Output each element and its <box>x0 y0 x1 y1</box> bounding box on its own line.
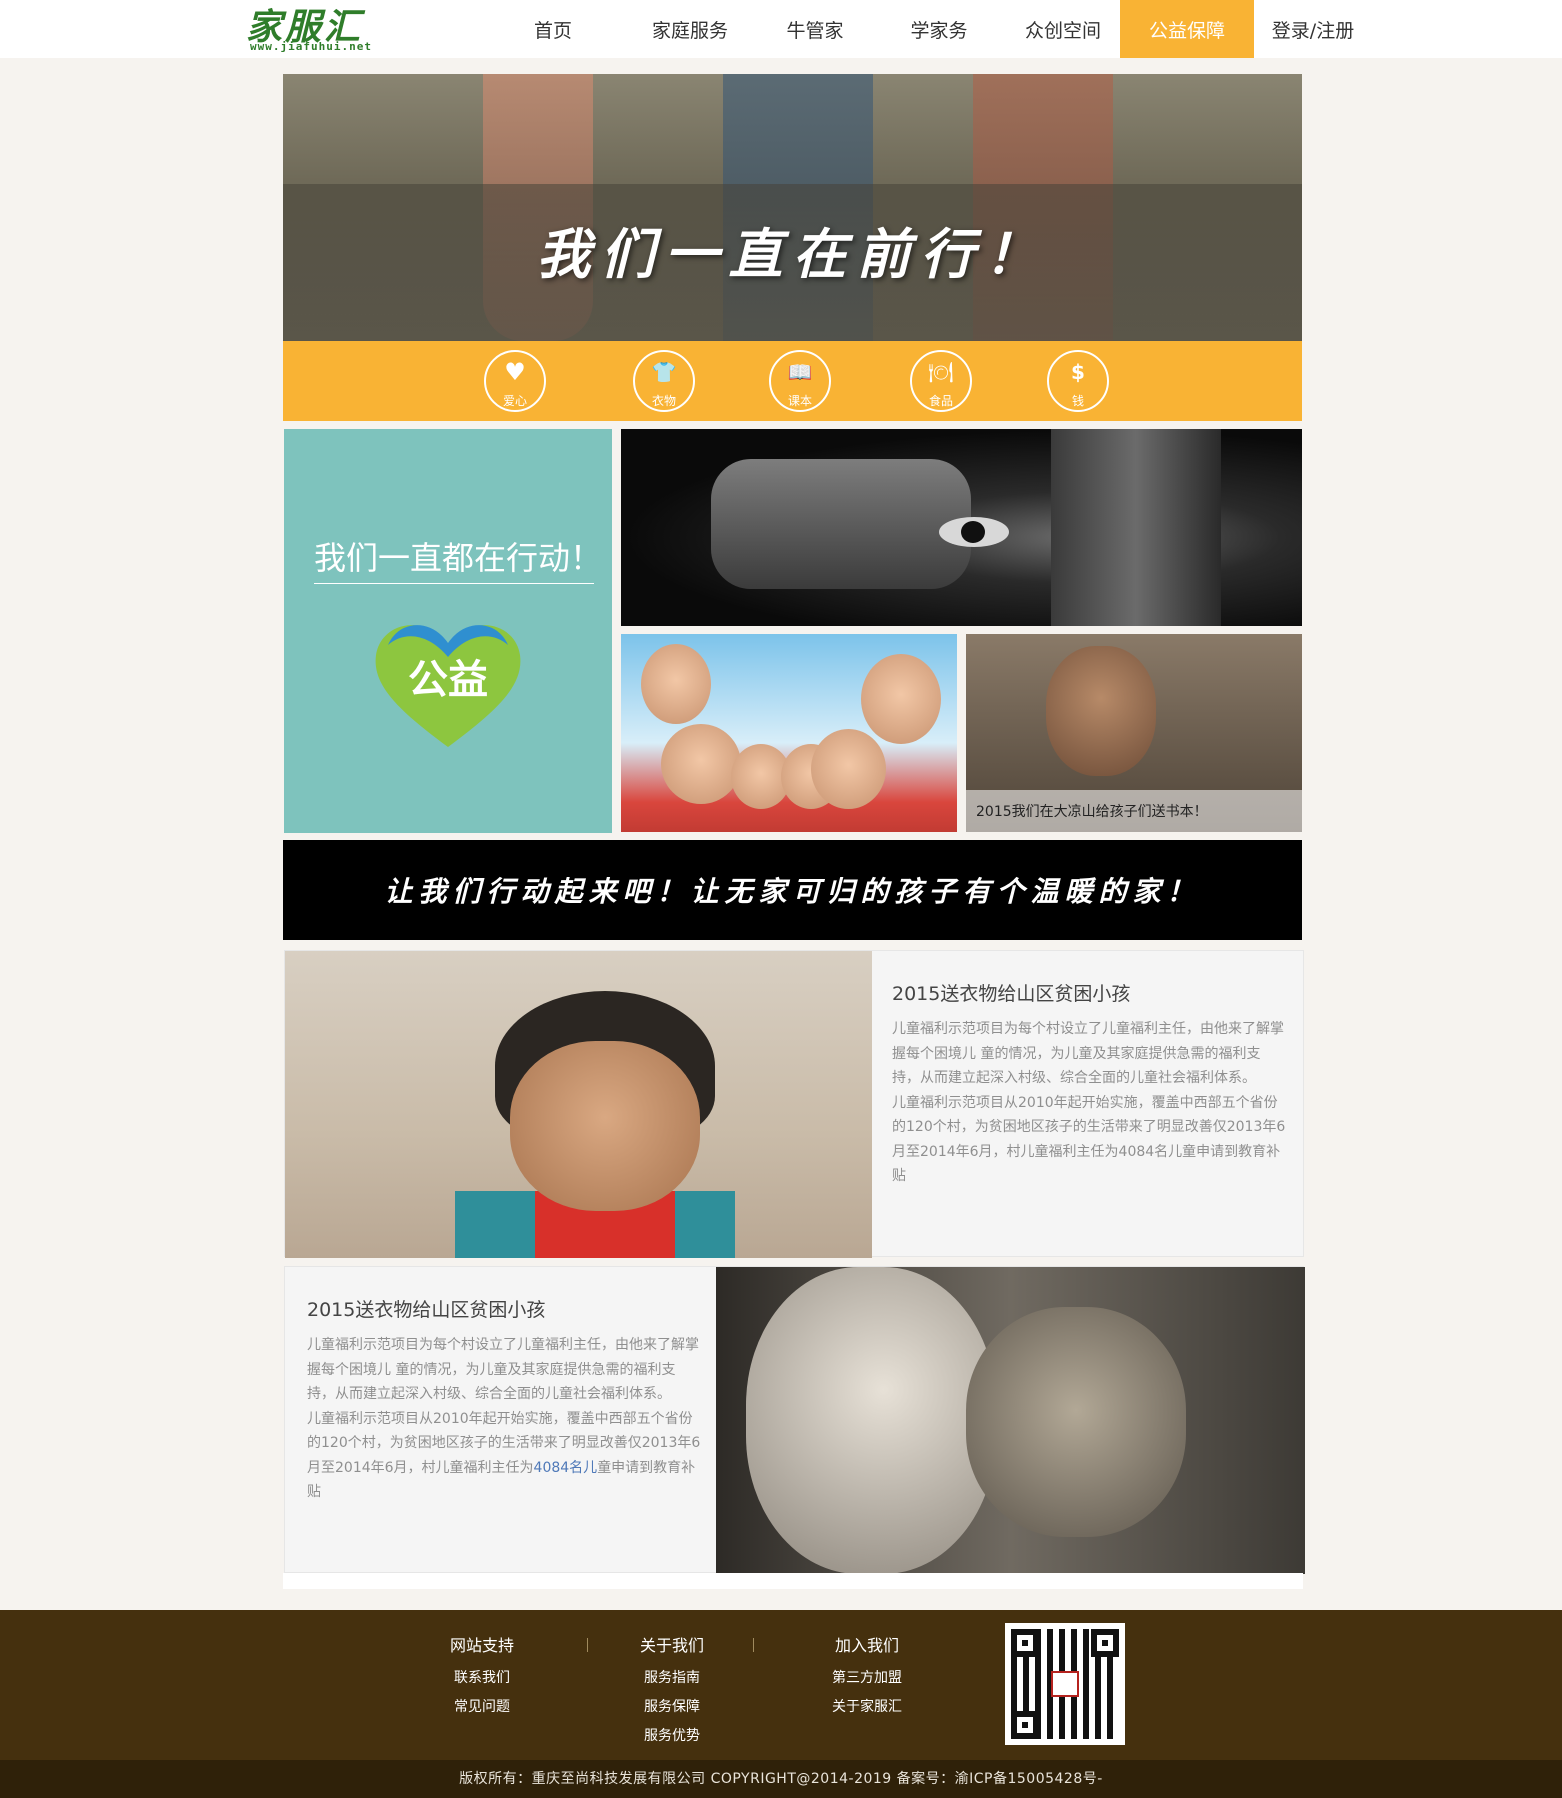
money-bag-icon: $ <box>1071 360 1085 384</box>
story-title[interactable]: 2015送衣物给山区贫困小孩 <box>892 979 1130 1006</box>
food-cloche-icon: 🍽 <box>928 360 954 384</box>
charity-heart-text: 公益 <box>408 657 488 703</box>
category-label: 爱心 <box>502 394 527 408</box>
footer-divider <box>587 1638 588 1652</box>
footer-divider <box>753 1638 754 1652</box>
donation-category-bar: ♥ 爱心 👕 衣物 📖 课本 🍽 食品 $ 钱 <box>283 341 1302 421</box>
footer-link-faq[interactable]: 常见问题 <box>412 1696 552 1716</box>
nav-home[interactable]: 首页 <box>493 0 613 58</box>
content-bottom-strip <box>283 1573 1303 1589</box>
story-photo-woman-and-girl <box>716 1267 1305 1574</box>
footer-column-support: 网站支持 联系我们 常见问题 <box>412 1632 552 1716</box>
charity-intro-title: 我们一直都在行动！ <box>314 533 602 584</box>
site-footer: 网站支持 联系我们 常见问题 关于我们 服务指南 服务保障 服务优势 加入我们 … <box>0 1610 1562 1760</box>
footer-link-about-jiafuhui[interactable]: 关于家服汇 <box>797 1696 937 1716</box>
footer-heading: 加入我们 <box>834 1636 899 1655</box>
copyright-bar: 版权所有：重庆至尚科技发展有限公司 COPYRIGHT@2014-2019 备案… <box>0 1760 1562 1798</box>
footer-heading: 关于我们 <box>639 1636 704 1655</box>
footer-link-franchise[interactable]: 第三方加盟 <box>797 1667 937 1687</box>
category-food[interactable]: 🍽 食品 <box>910 350 972 412</box>
nav-charity[interactable]: 公益保障 <box>1120 0 1254 58</box>
hero-title: 我们一直在前行！ <box>536 222 1049 286</box>
photo-caption: 2015我们在大凉山给孩子们送书本！ <box>966 790 1302 832</box>
footer-link-service-advantage[interactable]: 服务优势 <box>602 1725 742 1745</box>
category-textbooks[interactable]: 📖 课本 <box>769 350 831 412</box>
book-icon: 📖 <box>787 360 813 384</box>
story-body: 儿童福利示范项目为每个村设立了儿童福利主任，由他来了解掌握每个困境儿 童的情况，… <box>892 1017 1288 1189</box>
photo-smiling-children <box>621 634 957 832</box>
nav-learn-housework[interactable]: 学家务 <box>879 0 999 58</box>
category-money[interactable]: $ 钱 <box>1047 350 1109 412</box>
footer-column-about: 关于我们 服务指南 服务保障 服务优势 <box>602 1632 742 1745</box>
story-title[interactable]: 2015送衣物给山区贫困小孩 <box>307 1295 545 1322</box>
footer-link-service-guarantee[interactable]: 服务保障 <box>602 1696 742 1716</box>
story-card: 2015送衣物给山区贫困小孩 儿童福利示范项目为每个村设立了儿童福利主任，由他来… <box>284 1266 1305 1574</box>
nav-login-register[interactable]: 登录/注册 <box>1258 0 1368 58</box>
site-logo[interactable]: 家服汇 www.jiafuhui.net <box>246 4 380 56</box>
category-clothes[interactable]: 👕 衣物 <box>633 350 695 412</box>
top-navigation-bar: 家服汇 www.jiafuhui.net 首页 家庭服务 牛管家 学家务 众创空… <box>0 0 1562 58</box>
charity-intro-panel: 我们一直都在行动！ 公益 <box>284 429 612 833</box>
category-label: 课本 <box>787 394 812 408</box>
story-paragraph: 儿童福利示范项目从2010年起开始实施，覆盖中西部五个省份的120个村，为贫困地… <box>307 1407 703 1505</box>
story-photo-girl <box>285 951 872 1258</box>
category-label: 钱 <box>1071 394 1084 408</box>
photo-child-eye <box>621 429 1302 626</box>
story-highlight: 4084名儿 <box>533 1459 598 1476</box>
footer-link-contact[interactable]: 联系我们 <box>412 1667 552 1687</box>
story-card: 2015送衣物给山区贫困小孩 儿童福利示范项目为每个村设立了儿童福利主任，由他来… <box>284 950 1304 1258</box>
tshirt-icon: 👕 <box>651 360 677 384</box>
logo-url-text: www.jiafuhui.net <box>250 40 372 53</box>
hero-banner: 我们一直在前行！ <box>283 74 1302 341</box>
story-paragraph: 儿童福利示范项目为每个村设立了儿童福利主任，由他来了解掌握每个困境儿 童的情况，… <box>307 1337 699 1402</box>
slogan-text: 让我们行动起来吧！让无家可归的孩子有个温暖的家！ <box>384 875 1201 908</box>
slogan-banner: 让我们行动起来吧！让无家可归的孩子有个温暖的家！ <box>283 840 1302 940</box>
footer-column-join: 加入我们 第三方加盟 关于家服汇 <box>797 1632 937 1716</box>
category-label: 衣物 <box>651 394 676 408</box>
category-love[interactable]: ♥ 爱心 <box>484 350 546 412</box>
nav-butler[interactable]: 牛管家 <box>755 0 875 58</box>
nav-home-service[interactable]: 家庭服务 <box>625 0 755 58</box>
story-paragraph: 儿童福利示范项目为每个村设立了儿童福利主任，由他来了解掌握每个困境儿 童的情况，… <box>892 1021 1284 1086</box>
story-body: 儿童福利示范项目为每个村设立了儿童福利主任，由他来了解掌握每个困境儿 童的情况，… <box>307 1333 703 1505</box>
heart-icon: ♥ <box>504 358 526 386</box>
footer-heading: 网站支持 <box>449 1636 514 1655</box>
story-paragraph: 儿童福利示范项目从2010年起开始实施，覆盖中西部五个省份的120个村，为贫困地… <box>892 1094 1286 1185</box>
footer-link-service-guide[interactable]: 服务指南 <box>602 1667 742 1687</box>
category-label: 食品 <box>928 394 953 408</box>
nav-maker-space[interactable]: 众创空间 <box>1003 0 1123 58</box>
qr-code <box>1005 1623 1125 1745</box>
photo-boy-classroom: 2015我们在大凉山给孩子们送书本！ <box>966 634 1302 832</box>
